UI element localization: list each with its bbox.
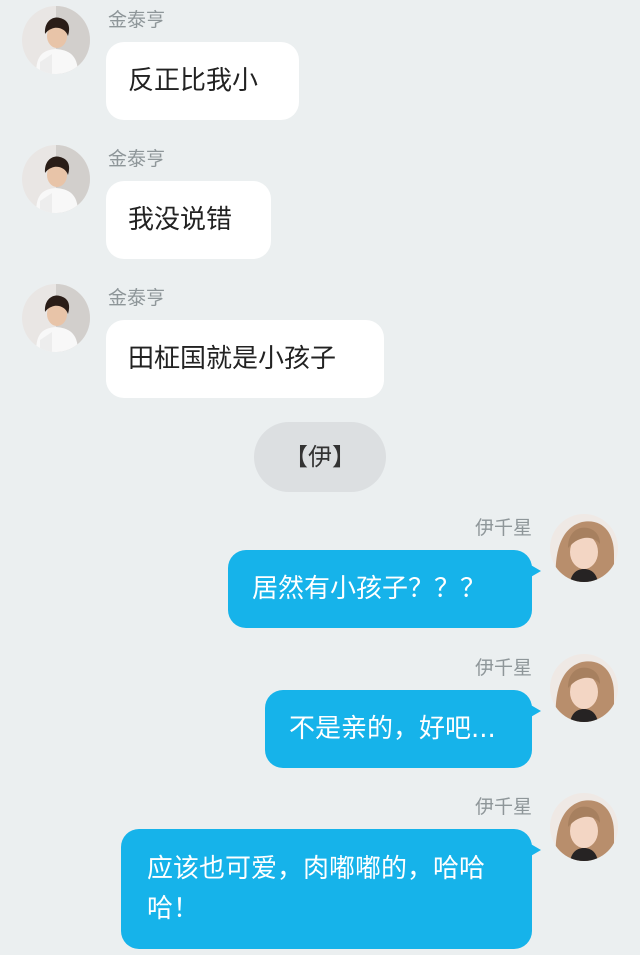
sender-name: 金泰亨 <box>108 287 166 309</box>
avatar-man-icon <box>22 145 90 213</box>
avatar-man-icon <box>22 6 90 74</box>
sender-name: 金泰亨 <box>108 148 166 170</box>
avatar-man-icon <box>22 284 90 352</box>
sender-name: 伊千星 <box>474 517 532 539</box>
message-text: 反正比我小 <box>128 66 259 96</box>
avatar-yi-qianxing[interactable] <box>550 514 618 582</box>
sender-name: 伊千星 <box>474 796 532 818</box>
message-bubble-incoming[interactable]: 田柾国就是小孩子 <box>106 320 384 398</box>
sender-name: 伊千星 <box>474 657 532 679</box>
message-bubble-outgoing[interactable]: 居然有小孩子？？？ <box>228 550 541 628</box>
message-text: 应该也可爱，肉嘟嘟的，哈哈哈！ <box>147 854 486 924</box>
message-text: 居然有小孩子？？？ <box>252 574 487 604</box>
message-text: 我没说错 <box>128 205 233 235</box>
message-text: 不是亲的，好吧... <box>289 714 496 744</box>
message-bubble-outgoing[interactable]: 应该也可爱，肉嘟嘟的，哈哈哈！ <box>121 829 541 949</box>
message-bubble-incoming[interactable]: 反正比我小 <box>106 42 299 120</box>
avatar-kim-taehyung[interactable] <box>22 145 90 213</box>
avatar-yi-qianxing[interactable] <box>550 793 618 861</box>
avatar-kim-taehyung[interactable] <box>22 284 90 352</box>
message-text: 田柾国就是小孩子 <box>128 344 337 374</box>
sender-name: 金泰亨 <box>108 9 166 31</box>
avatar-kim-taehyung[interactable] <box>22 6 90 74</box>
avatar-woman-icon <box>550 654 618 722</box>
system-tag-pill[interactable]: 【伊】 <box>254 422 386 492</box>
message-bubble-incoming[interactable]: 我没说错 <box>106 181 271 259</box>
avatar-woman-icon <box>550 793 618 861</box>
avatar-yi-qianxing[interactable] <box>550 654 618 722</box>
avatar-woman-icon <box>550 514 618 582</box>
message-bubble-outgoing[interactable]: 不是亲的，好吧... <box>265 690 541 768</box>
